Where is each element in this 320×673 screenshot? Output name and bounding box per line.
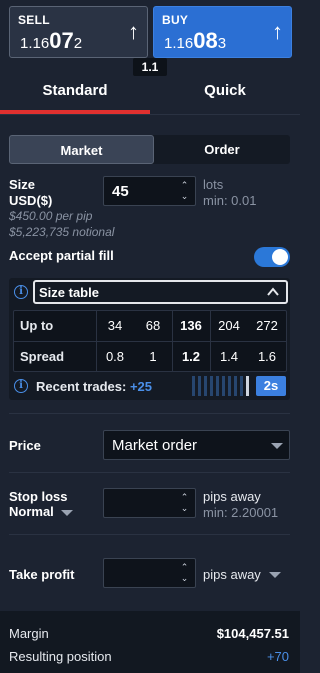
tab-standard[interactable]: Standard (0, 82, 150, 112)
stepper-up-icon[interactable]: ⌃ (180, 492, 189, 503)
recent-trades-label: Recent trades: (36, 379, 127, 394)
activity-bar (234, 376, 237, 396)
size-input[interactable]: 45 ⌃ ⌄ (103, 176, 196, 206)
table-cell: 1.6 (257, 349, 277, 364)
price-label: Price (9, 438, 41, 453)
up-arrow-icon: ↑ (272, 19, 283, 44)
activity-bar (216, 376, 219, 396)
activity-bars (192, 376, 249, 396)
stop-loss-input[interactable]: ⌃ ⌄ (103, 488, 196, 518)
activity-bar-current (246, 376, 249, 396)
stepper-up-icon[interactable]: ⌃ (180, 180, 189, 191)
divider (9, 472, 290, 473)
chevron-down-icon[interactable] (61, 510, 73, 516)
price-select[interactable]: Market order (103, 430, 290, 460)
activity-bar (240, 376, 243, 396)
chevron-up-icon (267, 287, 279, 296)
size-min: min: 0.01 (203, 193, 257, 208)
size-label: Size (9, 177, 36, 192)
stepper-up-icon[interactable]: ⌃ (180, 562, 189, 573)
stop-loss-stepper[interactable]: ⌃ ⌄ (180, 492, 189, 514)
size-unit: lots (203, 177, 224, 192)
tab-quick[interactable]: Quick (150, 82, 300, 112)
sell-label: SELL (18, 13, 50, 27)
row-header-up-to: Up to (20, 318, 54, 333)
toggle-knob (272, 249, 288, 265)
info-icon[interactable]: i (14, 285, 28, 299)
stop-loss-label: Stop loss (9, 489, 68, 504)
buy-price: 1.16083 (164, 28, 227, 53)
market-button[interactable]: Market (9, 135, 154, 164)
stop-loss-mode[interactable]: Normal (9, 504, 54, 519)
buy-button[interactable]: BUY 1.16083 ↑ (153, 6, 292, 58)
divider (9, 534, 290, 535)
size-table-grid: Up to 34 68 136 204 272 Spread 0.8 1 1.2… (13, 310, 287, 372)
size-table-select[interactable]: Size table (33, 280, 288, 304)
activity-bar (192, 376, 195, 396)
activity-bar (222, 376, 225, 396)
chevron-down-icon (271, 443, 283, 449)
up-arrow-icon: ↑ (128, 19, 139, 44)
summary-footer: Margin $104,457.51 Resulting position +7… (0, 611, 300, 673)
partial-fill-toggle[interactable] (254, 247, 290, 267)
partial-fill-label: Accept partial fill (9, 248, 114, 263)
activity-bar (228, 376, 231, 396)
recent-trades: Recent trades: +25 (36, 379, 152, 394)
resulting-position-label: Resulting position (9, 649, 112, 664)
table-cell-highlight: 1.2 (181, 349, 201, 364)
stepper-down-icon[interactable]: ⌄ (180, 191, 189, 202)
take-profit-unit[interactable]: pips away (203, 567, 261, 582)
table-cell: 34 (107, 318, 123, 333)
per-pip-value: $450.00 per pip (9, 209, 93, 223)
stop-loss-min: min: 2.20001 (203, 505, 279, 520)
take-profit-input[interactable]: ⌃ ⌄ (103, 558, 196, 588)
activity-bar (210, 376, 213, 396)
size-table-label: Size table (39, 285, 99, 300)
sell-price: 1.16072 (20, 28, 83, 53)
table-cell: 272 (256, 318, 278, 333)
activity-bar (198, 376, 201, 396)
margin-value: $104,457.51 (216, 626, 289, 641)
notional-value: $5,223,735 notional (9, 225, 115, 239)
table-cell-highlight: 136 (180, 318, 202, 333)
order-type-switch: Market Order (9, 135, 290, 164)
margin-label: Margin (9, 626, 49, 641)
table-cell: 204 (218, 318, 240, 333)
speed-button[interactable]: 2s (256, 376, 286, 396)
tab-divider (0, 114, 300, 115)
activity-bar (204, 376, 207, 396)
recent-trades-value: +25 (129, 379, 152, 394)
table-cell: 1.4 (219, 349, 239, 364)
size-table-panel: i Size table Up to 34 68 136 204 272 Spr… (9, 278, 290, 400)
price-select-value: Market order (112, 437, 198, 454)
resulting-position-value: +70 (266, 649, 289, 664)
stop-loss-unit: pips away (203, 489, 261, 504)
spread-badge: 1.1 (133, 58, 167, 76)
sell-button[interactable]: SELL 1.16072 ↑ (9, 6, 148, 58)
info-icon[interactable]: i (14, 379, 28, 393)
stepper-down-icon[interactable]: ⌄ (180, 503, 189, 514)
table-cell: 1 (149, 349, 157, 364)
divider (9, 413, 290, 414)
chevron-down-icon[interactable] (269, 572, 281, 578)
size-value: 45 (112, 183, 129, 200)
buy-label: BUY (162, 13, 189, 27)
row-header-spread: Spread (20, 349, 65, 364)
size-stepper[interactable]: ⌃ ⌄ (180, 180, 189, 202)
size-currency-label: USD($) (9, 193, 53, 208)
table-cell: 68 (145, 318, 161, 333)
order-button[interactable]: Order (154, 135, 290, 164)
take-profit-stepper[interactable]: ⌃ ⌄ (180, 562, 189, 584)
table-cell: 0.8 (105, 349, 125, 364)
take-profit-label: Take profit (9, 567, 75, 582)
stepper-down-icon[interactable]: ⌄ (180, 573, 189, 584)
